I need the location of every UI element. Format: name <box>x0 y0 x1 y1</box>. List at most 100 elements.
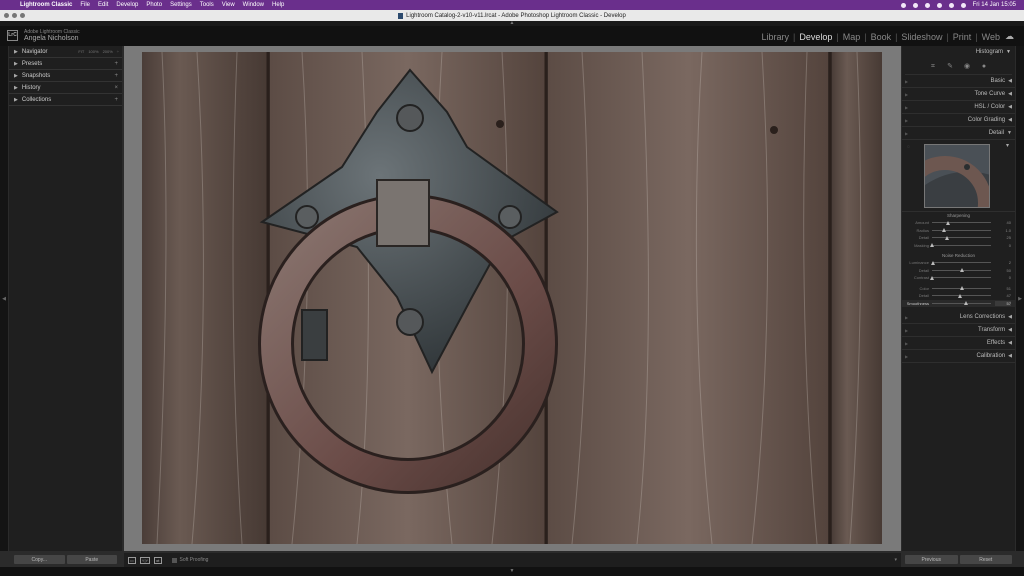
redeye-tool-icon[interactable]: ◉ <box>964 63 971 70</box>
masking-tool-icon[interactable]: ● <box>981 63 988 70</box>
wifi-icon[interactable] <box>936 2 942 8</box>
status-icon[interactable] <box>924 2 930 8</box>
detail-preview-thumbnail[interactable] <box>924 144 990 208</box>
module-slideshow[interactable]: Slideshow <box>901 32 942 42</box>
minimize-window-button[interactable] <box>12 13 17 18</box>
filmstrip-toggle[interactable]: ▼ <box>0 567 1024 576</box>
reset-button[interactable]: Reset <box>959 555 1012 564</box>
menu-edit[interactable]: Edit <box>98 2 108 8</box>
transform-panel-header[interactable]: ▶ Transform ◀ <box>902 324 1015 337</box>
photo-preview[interactable] <box>142 52 882 544</box>
noise-slider-track[interactable] <box>932 301 991 306</box>
control-center-icon[interactable] <box>960 2 966 8</box>
previous-button[interactable]: Previous <box>905 555 958 564</box>
histogram-header[interactable]: Histogram ▼ <box>902 46 1015 58</box>
zoom-fit[interactable]: FIT <box>78 49 84 54</box>
slider-thumb[interactable] <box>963 301 968 306</box>
noise-slider-value[interactable]: 2 <box>995 260 1011 265</box>
module-print[interactable]: Print <box>953 32 972 42</box>
sharpening-slider-value[interactable]: 0 <box>995 243 1011 248</box>
target-icon[interactable]: ◌ <box>907 144 910 150</box>
calibration-panel-header[interactable]: ▶ Calibration ◀ <box>902 350 1015 363</box>
cloud-sync-icon[interactable]: ☁ <box>1005 31 1014 42</box>
module-develop[interactable]: Develop <box>799 32 832 42</box>
menu-view[interactable]: View <box>222 2 235 8</box>
zoom-100[interactable]: 100% <box>88 49 98 54</box>
sharpening-slider-track[interactable] <box>932 220 991 225</box>
noise-slider-track[interactable] <box>932 293 991 298</box>
slider-thumb[interactable] <box>945 220 950 225</box>
snapshots-panel-header[interactable]: ▶ Snapshots + <box>9 70 122 82</box>
presets-panel-header[interactable]: ▶ Presets + <box>9 58 122 70</box>
menu-develop[interactable]: Develop <box>116 2 138 8</box>
slider-thumb[interactable] <box>959 268 964 273</box>
zoom-200[interactable]: 200% <box>103 49 113 54</box>
soft-proofing-checkbox[interactable] <box>171 557 177 563</box>
noise-slider-value[interactable]: 47 <box>995 293 1011 298</box>
close-window-button[interactable] <box>4 13 9 18</box>
history-panel-header[interactable]: ▶ History × <box>9 82 122 94</box>
healing-tool-icon[interactable]: ✎ <box>947 63 954 70</box>
color-grading-panel-header[interactable]: ▶ Color Grading ◀ <box>902 114 1015 127</box>
clear-history-icon[interactable]: × <box>114 85 118 91</box>
add-preset-icon[interactable]: + <box>114 61 118 67</box>
right-panel-toggle[interactable]: ▶ <box>1016 46 1024 551</box>
module-web[interactable]: Web <box>982 32 1000 42</box>
noise-slider-track[interactable] <box>932 286 991 291</box>
paste-button[interactable]: Paste <box>66 555 117 564</box>
sharpening-slider-track[interactable] <box>932 235 991 240</box>
zoom-window-button[interactable] <box>20 13 25 18</box>
lens-corrections-panel-header[interactable]: ▶ Lens Corrections ◀ <box>902 311 1015 324</box>
noise-slider-value[interactable]: 51 <box>995 286 1011 291</box>
status-icon[interactable] <box>912 2 918 8</box>
slider-thumb[interactable] <box>960 286 965 291</box>
sharpening-slider-value[interactable]: 1.0 <box>995 228 1011 233</box>
left-panel-toggle[interactable]: ◀ <box>0 46 8 551</box>
add-snapshot-icon[interactable]: + <box>114 73 118 79</box>
noise-slider-value[interactable]: 0 <box>995 275 1011 280</box>
noise-slider-track[interactable] <box>931 260 991 265</box>
menu-photo[interactable]: Photo <box>146 2 162 8</box>
slider-thumb[interactable] <box>931 260 936 265</box>
copy-button[interactable]: Copy... <box>14 555 65 564</box>
app-menu[interactable]: Lightroom Classic <box>20 2 72 8</box>
before-after-icon[interactable]: Y|Y <box>139 556 151 564</box>
sharpening-slider-track[interactable] <box>930 243 991 248</box>
before-after-swap-icon[interactable]: ⇄ <box>154 556 162 564</box>
slider-thumb[interactable] <box>930 243 934 248</box>
slider-thumb[interactable] <box>930 275 934 280</box>
noise-slider-value[interactable]: 50 <box>995 268 1011 273</box>
sharpening-slider-value[interactable]: 40 <box>995 220 1011 225</box>
toolbar-menu-icon[interactable]: ▾ <box>894 557 897 563</box>
add-collection-icon[interactable]: + <box>114 97 118 103</box>
menu-tools[interactable]: Tools <box>200 2 214 8</box>
noise-slider-value[interactable]: 57 <box>995 300 1011 306</box>
slider-thumb[interactable] <box>957 293 962 298</box>
status-icon[interactable] <box>900 2 906 8</box>
crop-tool-icon[interactable]: ⌗ <box>930 63 937 70</box>
noise-slider-track[interactable] <box>932 268 991 273</box>
navigator-panel-header[interactable]: ▶ Navigator FIT 100% 200% ÷ <box>9 46 122 58</box>
module-library[interactable]: Library <box>761 32 789 42</box>
noise-slider-track[interactable] <box>930 275 991 280</box>
collections-panel-header[interactable]: ▶ Collections + <box>9 94 122 106</box>
zoom-menu-icon[interactable]: ÷ <box>117 49 119 54</box>
detail-panel-header[interactable]: ▶ Detail ▼ <box>902 127 1015 140</box>
clock[interactable]: Fri 14 Jan 15:05 <box>973 2 1016 8</box>
module-map[interactable]: Map <box>843 32 861 42</box>
basic-panel-header[interactable]: ▶ Basic ◀ <box>902 75 1015 88</box>
slider-thumb[interactable] <box>941 228 946 233</box>
menu-settings[interactable]: Settings <box>170 2 192 8</box>
tone-curve-panel-header[interactable]: ▶ Tone Curve ◀ <box>902 88 1015 101</box>
hsl-panel-header[interactable]: ▶ HSL / Color ◀ <box>902 101 1015 114</box>
sharpening-slider-track[interactable] <box>932 228 991 233</box>
loupe-view-icon[interactable]: ▭ <box>128 556 136 564</box>
sharpening-slider-value[interactable]: 25 <box>995 235 1011 240</box>
slider-thumb[interactable] <box>944 235 949 240</box>
effects-panel-header[interactable]: ▶ Effects ◀ <box>902 337 1015 350</box>
search-icon[interactable] <box>948 2 954 8</box>
menu-help[interactable]: Help <box>272 2 284 8</box>
menu-window[interactable]: Window <box>243 2 264 8</box>
preview-menu-icon[interactable]: ▾ <box>1006 142 1009 149</box>
menu-file[interactable]: File <box>80 2 90 8</box>
